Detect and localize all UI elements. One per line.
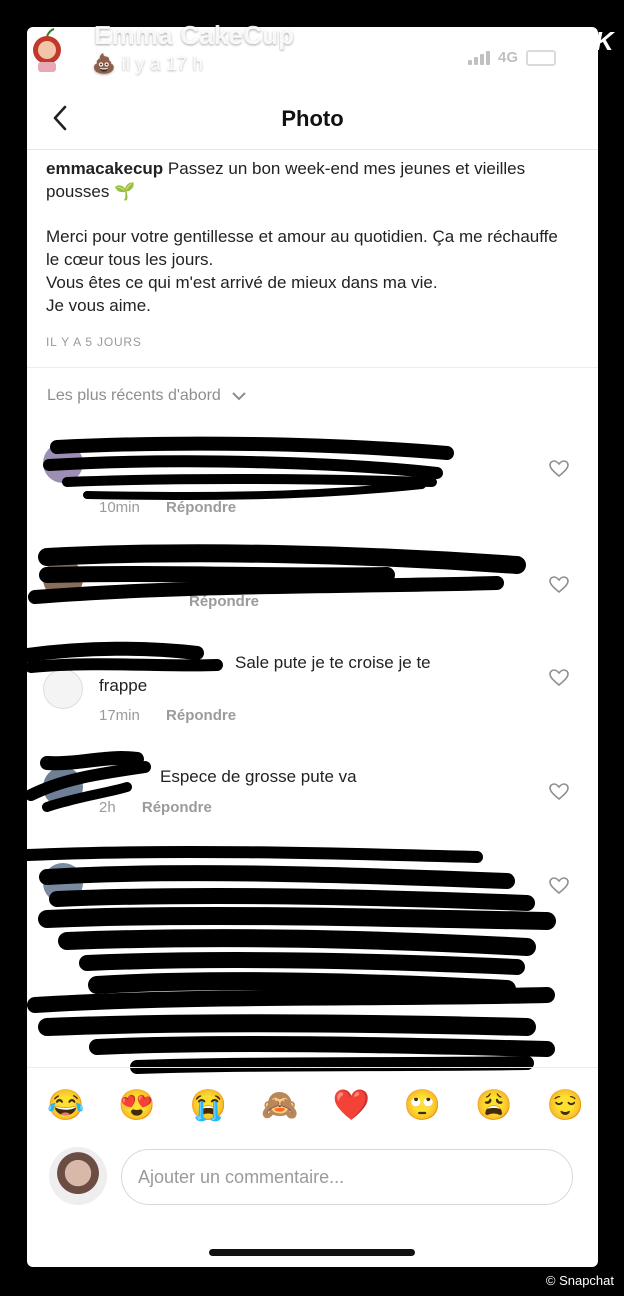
avatar[interactable]	[43, 863, 83, 903]
home-indicator[interactable]	[209, 1249, 415, 1256]
avatar	[49, 1147, 107, 1205]
comment-meta: 10min Répondre	[99, 499, 258, 516]
heart-icon[interactable]	[549, 877, 569, 895]
comment-time: 17min	[99, 707, 140, 724]
comment-meta: 17min Répondre	[99, 707, 258, 724]
comment-text: Sale pute je te croise je te frappe	[99, 653, 431, 695]
emoji-eye-roll[interactable]: 🙄	[404, 1088, 441, 1123]
heart-icon[interactable]	[549, 460, 569, 478]
heart-icon[interactable]	[549, 783, 569, 801]
comment-item: Espece de grosse pute va 2h Répondre	[27, 763, 598, 833]
comment-composer	[27, 1143, 598, 1219]
emoji-heart[interactable]: ❤️	[332, 1088, 369, 1123]
divider	[27, 367, 598, 368]
comment-item	[27, 859, 598, 1069]
emoji-relieved[interactable]: 😌	[547, 1088, 584, 1123]
signal-icon	[468, 50, 490, 65]
post-timestamp: IL Y A 5 JOURS	[46, 335, 142, 349]
avatar[interactable]	[43, 767, 83, 807]
heart-icon[interactable]	[549, 669, 569, 687]
caption-line3: Vous êtes ce qui m'est arrivé de mieux d…	[46, 273, 438, 292]
snap-author-name: Emma CakeCup	[94, 20, 295, 50]
sort-dropdown[interactable]: Les plus récents d'abord	[47, 387, 247, 405]
avatar[interactable]	[43, 443, 83, 483]
emoji-see-no-evil[interactable]: 🙈	[261, 1088, 298, 1123]
header: Photo	[27, 91, 598, 150]
caption-username[interactable]: emmacakecup	[46, 159, 163, 178]
poo-icon: 💩	[92, 54, 116, 75]
emoji-crying[interactable]: 😭	[190, 1088, 227, 1123]
snapchat-watermark: © Snapchat	[545, 1273, 614, 1288]
heart-icon[interactable]	[549, 576, 569, 594]
bitmoji-avatar	[33, 28, 61, 72]
sort-label: Les plus récents d'abord	[47, 387, 221, 404]
comment-input[interactable]	[121, 1149, 573, 1205]
reply-button[interactable]: Répondre	[142, 799, 212, 816]
screenshot-frame: 4G Photo emmacakecup Passez un bon week-…	[27, 27, 598, 1267]
avatar[interactable]	[43, 669, 83, 709]
brand-logo: PRBK	[538, 26, 614, 56]
emoji-laugh[interactable]: 😂	[47, 1088, 84, 1123]
comment-meta: 2h Répondre	[99, 799, 234, 816]
comment-item: 10min Répondre	[27, 439, 598, 519]
snap-time-text: il y a 17 h	[121, 54, 203, 75]
post-caption: emmacakecup Passez un bon week-end mes j…	[46, 157, 566, 317]
comment-time: 10min	[99, 499, 140, 516]
comment-text: Espece de grosse pute va	[160, 767, 357, 786]
emoji-bar: 😂 😍 😭 🙈 ❤️ 🙄 😩 😌 😊	[27, 1067, 598, 1143]
network-type: 4G	[498, 49, 519, 66]
comment-time: 2h	[99, 799, 116, 816]
reply-button[interactable]: Répondre	[189, 593, 259, 610]
emoji-weary[interactable]: 😩	[475, 1088, 512, 1123]
chevron-down-icon	[232, 392, 246, 401]
comment-item: Répondre	[27, 555, 598, 625]
comment-meta: Répondre	[99, 593, 281, 610]
caption-line4: Je vous aime.	[46, 296, 151, 315]
page-title: Photo	[281, 106, 344, 131]
emoji-heart-eyes[interactable]: 😍	[118, 1088, 155, 1123]
caption-line2: Merci pour votre gentillesse et amour au…	[46, 227, 558, 269]
reply-button[interactable]: Répondre	[166, 499, 236, 516]
snap-time: 💩 il y a 17 h	[92, 52, 203, 76]
reply-button[interactable]: Répondre	[166, 707, 236, 724]
avatar[interactable]	[43, 559, 83, 599]
comment-item: Sale pute je te croise je te frappe 17mi…	[27, 649, 598, 729]
